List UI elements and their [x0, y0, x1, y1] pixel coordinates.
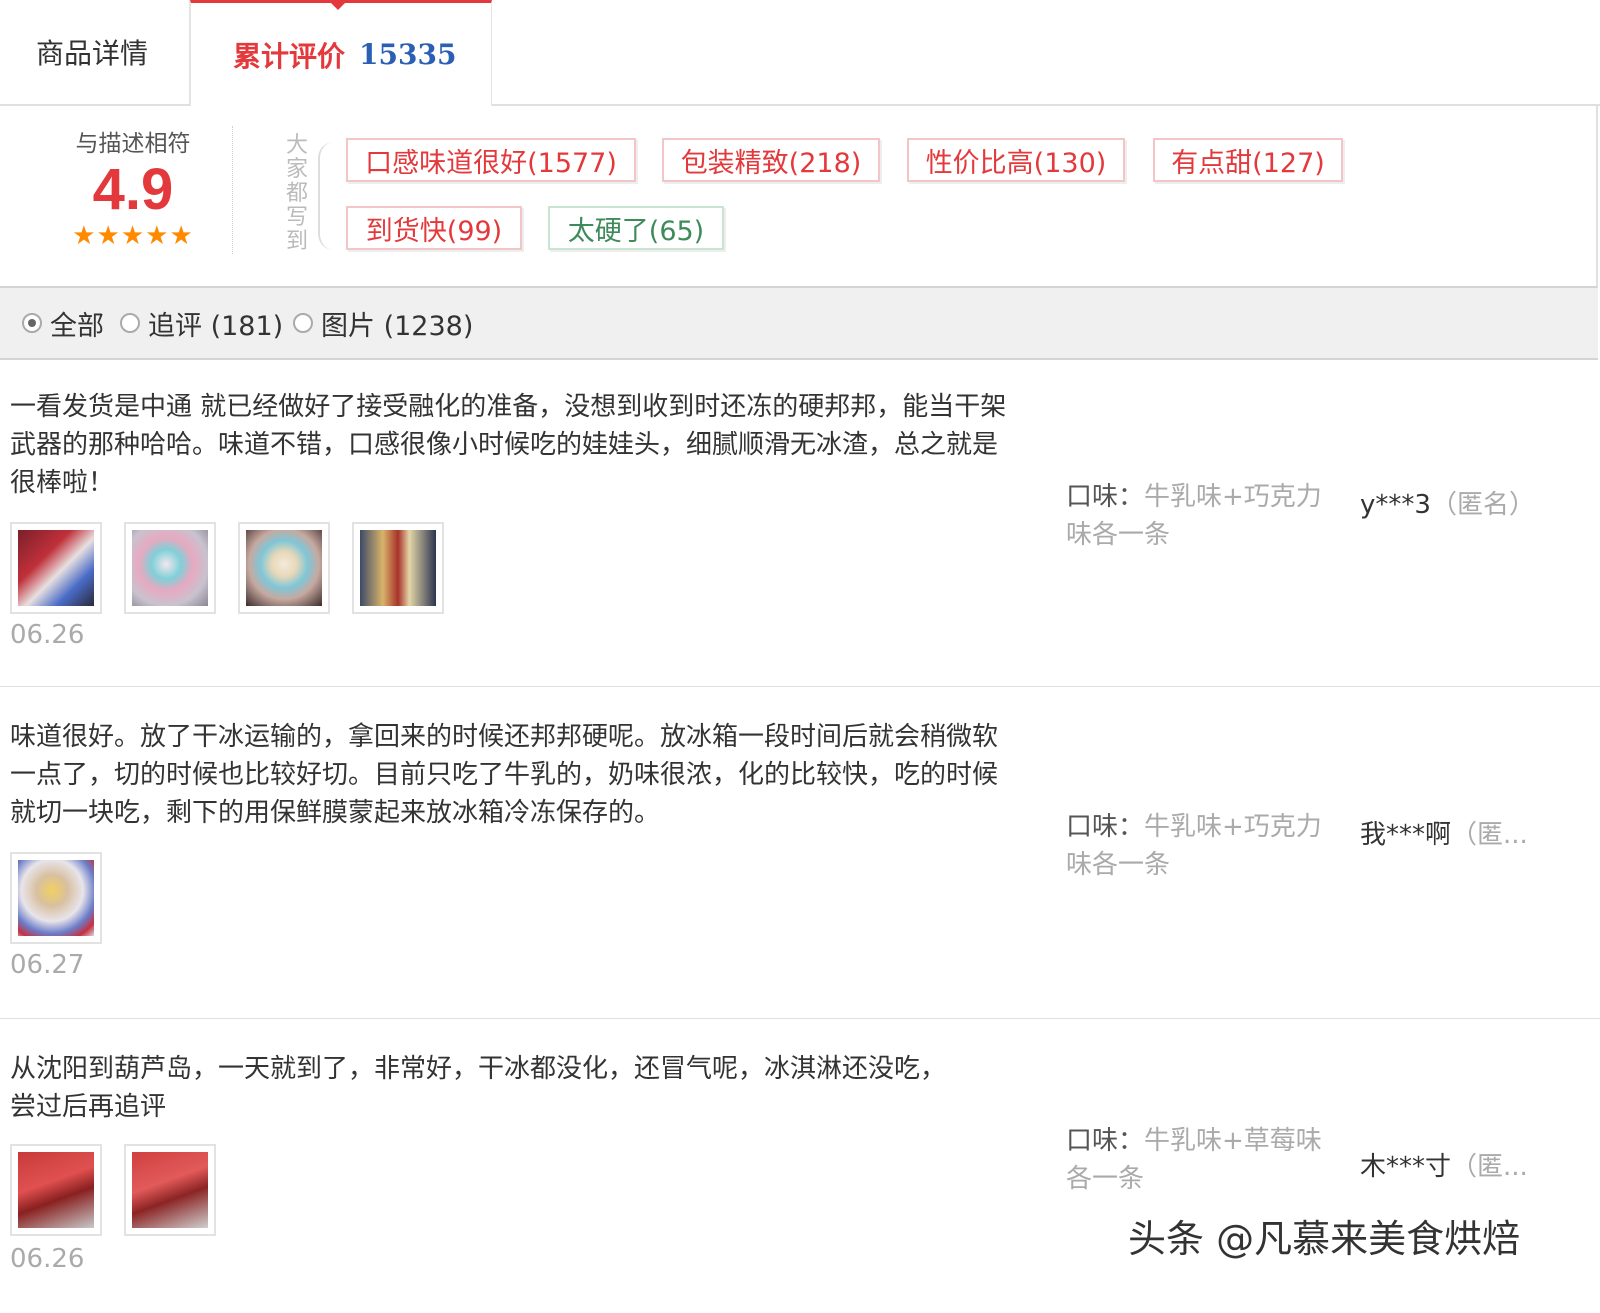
brace-icon: [318, 142, 336, 250]
filter-followup[interactable]: 追评 (181): [120, 288, 283, 358]
review-tag-negative[interactable]: 太硬了(65): [548, 206, 724, 250]
review-tag-label: 性价比高(130): [925, 147, 1107, 179]
filter-all[interactable]: 全部: [22, 288, 104, 358]
review-tag-label: 太硬了(65): [567, 215, 705, 247]
review-text: 一看发货是中通 就已经做好了接受融化的准备，没想到收到时还冻的硬邦邦，能当干架武…: [10, 392, 1007, 498]
review-photo[interactable]: [352, 522, 444, 614]
tags-side-label: 大家都写到: [285, 133, 308, 254]
review-tag[interactable]: 包装精致(218): [662, 138, 880, 182]
rating-summary: 与描述相符 4.9 ★★★★★ 大家都写到 口感味道很好(1577) 包装精致(…: [0, 104, 1598, 288]
review-tag-label: 口感味道很好(1577): [365, 147, 617, 179]
radio-selected-icon[interactable]: [22, 313, 42, 333]
user-anon: （匿...: [1451, 1152, 1528, 1182]
review-photos: [10, 1144, 216, 1236]
filter-followup-label: 追评 (181): [148, 310, 284, 342]
review-filter-bar: 全部 追评 (181) 图片 (1238): [0, 288, 1598, 360]
review-item: 味道很好。放了干冰运输的，拿回来的时候还邦邦硬呢。放冰箱一段时间后就会稍微软一点…: [0, 686, 1600, 1019]
review-item: 从沈阳到葫芦岛，一天就到了，非常好，干冰都没化，还冒气呢，冰淇淋还没吃，尝过后再…: [0, 1018, 1600, 1313]
review-tag[interactable]: 到货快(99): [346, 206, 522, 250]
star-rating-icon: ★★★★★: [72, 221, 194, 251]
tab-product-details-label: 商品详情: [36, 37, 149, 70]
review-tag-label: 到货快(99): [365, 215, 503, 247]
review-flavor: 口味：牛乳味+草莓味各一条: [1066, 1122, 1326, 1198]
radio-icon[interactable]: [293, 313, 313, 333]
review-photo[interactable]: [10, 852, 102, 944]
review-date: 06.27: [10, 950, 85, 980]
review-item: 一看发货是中通 就已经做好了接受融化的准备，没想到收到时还冻的硬邦邦，能当干架武…: [0, 360, 1600, 687]
review-photo[interactable]: [238, 522, 330, 614]
flavor-key: 口味：: [1066, 482, 1145, 512]
tab-reviews-label: 累计评价: [233, 39, 346, 73]
flavor-key: 口味：: [1066, 812, 1145, 842]
score-title: 与描述相符: [75, 131, 191, 157]
review-tag[interactable]: 口感味道很好(1577): [346, 138, 636, 182]
user-name: 我***啊: [1360, 820, 1452, 850]
review-date: 06.26: [10, 620, 85, 650]
review-photo[interactable]: [10, 1144, 102, 1236]
review-text: 味道很好。放了干冰运输的，拿回来的时候还邦邦硬呢。放冰箱一段时间后就会稍微软一点…: [10, 722, 999, 828]
watermark: 头条 @凡慕来美食烘焙: [1128, 1217, 1521, 1261]
review-flavor: 口味：牛乳味+巧克力味各一条: [1066, 808, 1326, 884]
review-tag-label: 有点甜(127): [1171, 147, 1325, 179]
review-user: 木***寸（匿...: [1360, 1146, 1560, 1183]
score-value: 4.9: [92, 157, 174, 222]
active-tab-arrow-icon: [331, 3, 345, 10]
filter-pictures-label: 图片 (1238): [321, 310, 474, 342]
user-anon: （匿...: [1451, 820, 1528, 850]
review-photo[interactable]: [124, 522, 216, 614]
user-name: y***3: [1360, 490, 1431, 520]
score-box: 与描述相符 4.9 ★★★★★: [48, 124, 218, 250]
review-text: 从沈阳到葫芦岛，一天就到了，非常好，干冰都没化，还冒气呢，冰淇淋还没吃，尝过后再…: [10, 1054, 947, 1122]
review-photo[interactable]: [10, 522, 102, 614]
summary-divider: [232, 126, 233, 254]
review-flavor: 口味：牛乳味+巧克力味各一条: [1066, 478, 1326, 554]
radio-icon[interactable]: [120, 313, 140, 333]
flavor-key: 口味：: [1066, 1126, 1145, 1156]
review-photo[interactable]: [124, 1144, 216, 1236]
tab-reviews[interactable]: 累计评价 15335: [190, 0, 492, 106]
review-photos: [10, 522, 444, 614]
review-user: y***3（匿名）: [1360, 484, 1560, 521]
review-tag[interactable]: 有点甜(127): [1153, 138, 1343, 182]
filter-all-label: 全部: [50, 310, 104, 342]
filter-pictures[interactable]: 图片 (1238): [293, 288, 473, 358]
product-tabs: 商品详情 累计评价 15335: [0, 0, 1600, 106]
review-tag[interactable]: 性价比高(130): [907, 138, 1125, 182]
user-anon: （匿名）: [1430, 490, 1535, 520]
tab-product-details[interactable]: 商品详情: [0, 0, 190, 104]
review-user: 我***啊（匿...: [1360, 814, 1560, 851]
tab-reviews-count: 15335: [359, 38, 457, 71]
review-tag-label: 包装精致(218): [680, 147, 862, 179]
review-photos: [10, 852, 102, 944]
user-name: 木***寸: [1360, 1152, 1452, 1182]
review-date: 06.26: [10, 1244, 85, 1274]
